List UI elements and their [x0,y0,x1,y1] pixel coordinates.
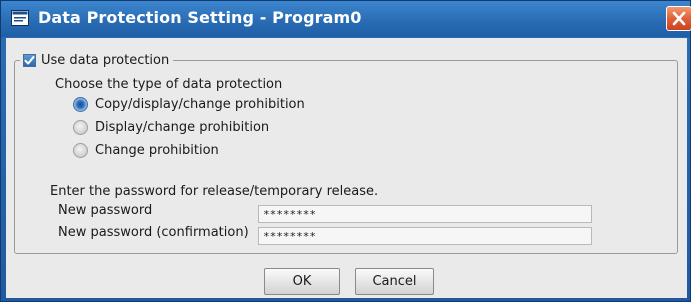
radio-button[interactable] [73,120,88,135]
password-intro-text: Enter the password for release/temporary… [50,184,379,199]
new-password-label: New password [58,203,153,218]
use-data-protection-label: Use data protection [41,52,170,68]
new-password-field[interactable]: ******** [258,205,592,223]
radio-button[interactable] [73,143,88,158]
confirm-password-label: New password (confirmation) [58,225,249,240]
close-button[interactable] [666,6,691,31]
use-data-protection-checkbox[interactable] [23,53,36,67]
window-settings-icon [11,10,29,26]
radio-button-selected[interactable] [73,97,88,112]
checkmark-icon [24,55,35,64]
radio-display-change-prohibition[interactable]: Display/change prohibition [73,120,269,135]
protection-type-prompt: Choose the type of data protection [55,77,283,92]
radio-change-prohibition[interactable]: Change prohibition [73,143,219,158]
radio-label: Display/change prohibition [95,120,270,135]
radio-label: Copy/display/change prohibition [95,97,305,112]
radio-label: Change prohibition [95,143,219,158]
use-data-protection-checkbox-row[interactable]: Use data protection [20,52,174,68]
ok-button[interactable]: OK [264,268,340,295]
title-bar[interactable]: Data Protection Setting - Program0 [1,1,691,37]
close-icon [672,11,686,26]
radio-copy-display-change-prohibition[interactable]: Copy/display/change prohibition [73,97,305,112]
cancel-button[interactable]: Cancel [355,268,434,295]
dialog-title: Data Protection Setting - Program0 [38,8,362,27]
confirm-password-field[interactable]: ******** [258,227,592,245]
